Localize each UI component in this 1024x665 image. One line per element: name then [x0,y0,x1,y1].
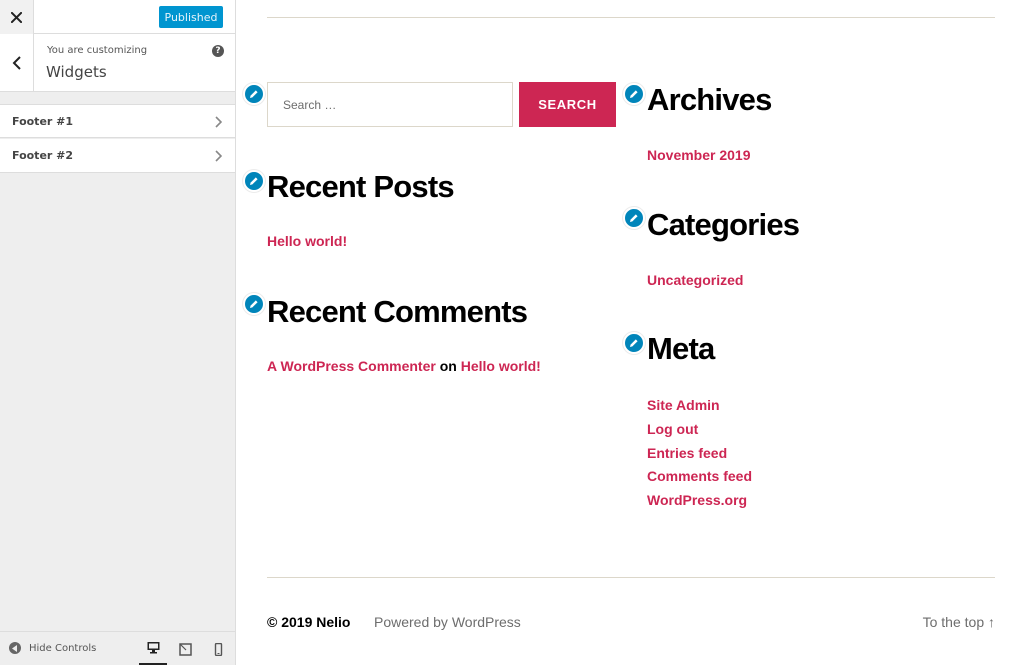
collapse-icon [9,642,21,654]
comment-post-link[interactable]: Hello world! [461,358,541,374]
meta-link-wordpress-org[interactable]: WordPress.org [647,492,747,508]
customizer-sidebar: Published You are customizing Widgets ? … [0,0,236,665]
customizer-footer: Hide Controls [0,631,235,665]
hide-controls-button[interactable]: Hide Controls [9,642,96,654]
meta-link-comments-feed[interactable]: Comments feed [647,468,752,484]
close-icon [11,11,22,23]
search-input[interactable] [267,82,513,127]
edit-recent-comments-widget-button[interactable] [243,293,265,315]
recent-post-link[interactable]: Hello world! [267,233,347,249]
section-label: Footer #2 [12,149,74,162]
chevron-right-icon [215,150,222,162]
preview-desktop-button[interactable] [139,632,167,665]
desktop-icon [147,642,159,654]
powered-by-link[interactable]: Powered by WordPress [374,614,521,630]
meta-link-log-out[interactable]: Log out [647,421,698,437]
published-button[interactable]: Published [159,6,223,28]
site-preview: SEARCH Recent Posts Hello world! Recent … [236,0,1024,665]
mobile-icon [214,642,222,656]
meta-link-entries-feed[interactable]: Entries feed [647,445,727,461]
edit-categories-widget-button[interactable] [623,207,645,229]
comment-author-link[interactable]: A WordPress Commenter [267,358,436,374]
preview-mobile-button[interactable] [204,632,232,665]
section-footer-1[interactable]: Footer #1 [0,104,235,138]
customizer-info: You are customizing Widgets ? [0,34,235,92]
panel-title: Widgets [46,63,107,81]
pencil-icon [250,90,258,98]
edit-recent-posts-widget-button[interactable] [243,170,265,192]
comment-connector: on [439,358,457,374]
section-label: Footer #1 [12,115,74,128]
customizer-header: Published [0,0,235,34]
customizing-label: You are customizing [47,45,148,56]
top-divider [267,17,995,18]
meta-title: Meta [647,331,715,366]
archive-link[interactable]: November 2019 [647,147,751,163]
pencil-icon [250,300,258,308]
edit-search-widget-button[interactable] [243,83,265,105]
recent-comment-item: A WordPress Commenter on Hello world! [267,358,541,374]
to-the-top-link[interactable]: To the top ↑ [923,614,995,630]
category-link[interactable]: Uncategorized [647,272,743,288]
categories-title: Categories [647,207,800,242]
copyright-text: © 2019 Nelio [267,614,351,630]
chevron-right-icon [215,116,222,128]
search-button[interactable]: SEARCH [519,82,616,127]
question-circle-icon[interactable]: ? [212,45,224,57]
meta-link-site-admin[interactable]: Site Admin [647,397,720,413]
recent-posts-title: Recent Posts [267,169,455,204]
footer-divider [267,577,995,578]
edit-archives-widget-button[interactable] [623,83,645,105]
pencil-icon [250,177,258,185]
edit-meta-widget-button[interactable] [623,332,645,354]
section-footer-2[interactable]: Footer #2 [0,139,235,173]
pencil-icon [630,339,638,347]
back-button[interactable] [0,34,34,91]
close-button[interactable] [0,0,34,34]
archives-title: Archives [647,82,772,117]
recent-comments-title: Recent Comments [267,294,528,329]
preview-tablet-button[interactable] [171,632,199,665]
hide-controls-label: Hide Controls [29,642,97,654]
chevron-left-icon [12,55,21,70]
tablet-icon [178,642,192,656]
pencil-icon [630,90,638,98]
pencil-icon [630,214,638,222]
